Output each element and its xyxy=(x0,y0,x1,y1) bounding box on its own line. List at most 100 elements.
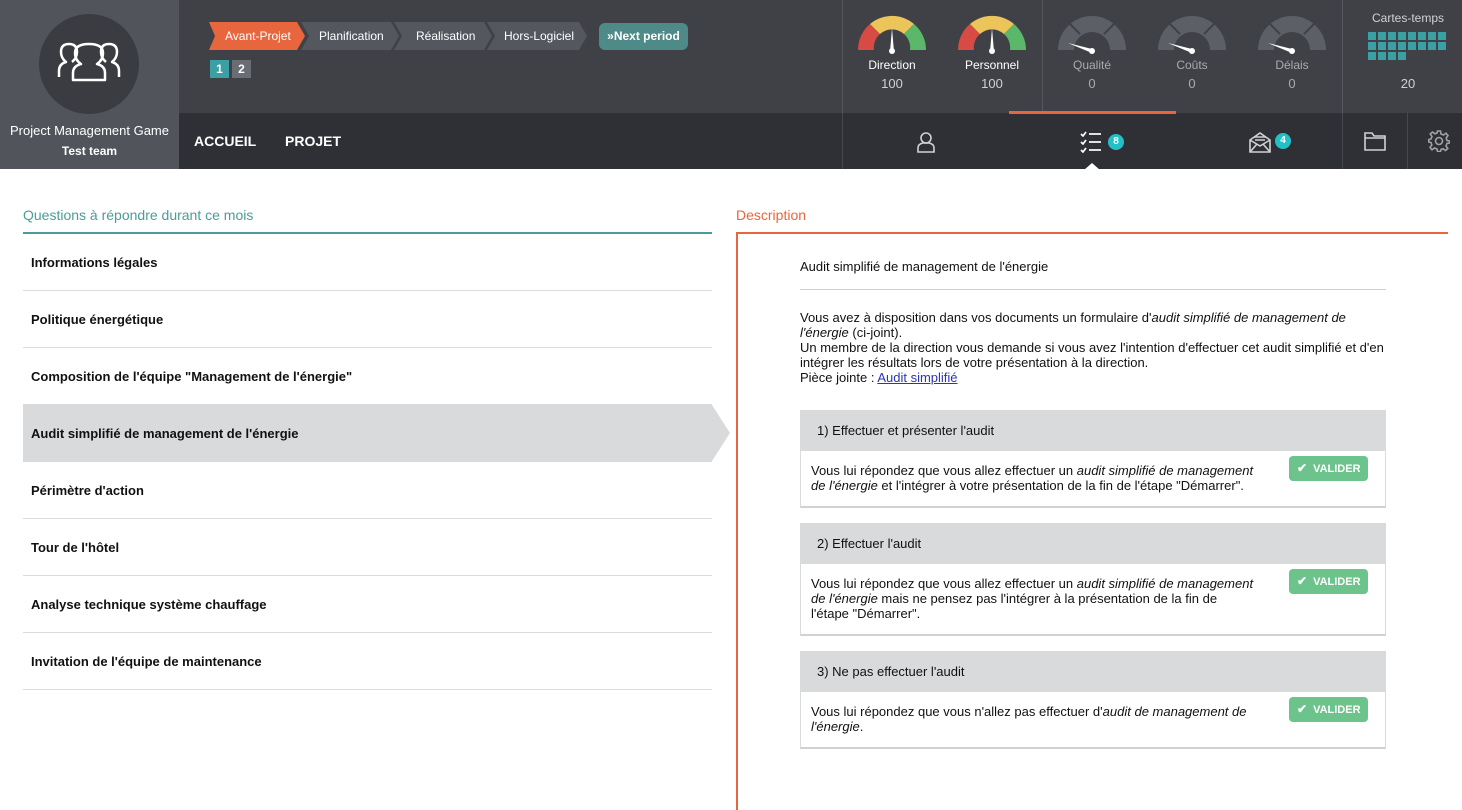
time-cards-title: Cartes-temps xyxy=(1371,11,1445,25)
phase-label: Réalisation xyxy=(416,29,476,43)
gauge-direction: Direction 100 xyxy=(852,10,932,91)
envelope-icon xyxy=(1249,132,1271,153)
answer-option-1: 1) Effectuer et présenter l'audit Vous l… xyxy=(800,410,1386,508)
question-label: Invitation de l'équipe de maintenance xyxy=(31,654,262,669)
header: Project Management Game Test team Avant-… xyxy=(0,0,1462,170)
gauge-dial-icon xyxy=(1158,16,1226,54)
question-item-perimetre-action[interactable]: Périmètre d'action xyxy=(23,462,712,519)
team-name: Test team xyxy=(61,144,118,158)
description-body: Vous avez à disposition dans vos documen… xyxy=(800,310,1384,385)
next-period-button[interactable]: »Next period xyxy=(599,23,688,50)
question-item-informations-legales[interactable]: Informations légales xyxy=(23,234,712,291)
attachment-link[interactable]: Audit simplifié xyxy=(877,370,957,385)
question-item-composition-equipe[interactable]: Composition de l'équipe "Management de l… xyxy=(23,348,712,405)
questions-title: Questions à répondre durant ce mois xyxy=(23,207,254,223)
description-left-border xyxy=(736,232,738,810)
question-item-politique-energetique[interactable]: Politique énergétique xyxy=(23,291,712,348)
main-nav: ACCUEIL PROJET xyxy=(179,113,842,169)
tasks-count-badge: 8 xyxy=(1108,134,1124,150)
option-text: Vous lui répondez que vous allez effectu… xyxy=(801,564,1385,621)
time-card-cell xyxy=(1408,42,1416,50)
option-text: Vous lui répondez que vous allez effectu… xyxy=(801,451,1385,493)
question-label: Informations légales xyxy=(31,255,158,270)
gauge-label: Coûts xyxy=(1176,58,1208,72)
description-rule xyxy=(736,232,1448,234)
check-icon: ✔ xyxy=(1297,574,1308,588)
phase-avant-projet[interactable]: Avant-Projet xyxy=(209,22,305,50)
time-card-cell xyxy=(1398,52,1406,60)
messages-tab[interactable]: 4 xyxy=(1176,113,1342,169)
time-card-cell xyxy=(1368,42,1376,50)
folder-icon xyxy=(1364,132,1386,151)
answer-option-3: 3) Ne pas effectuer l'audit Vous lui rép… xyxy=(800,651,1386,749)
question-item-invitation-maintenance[interactable]: Invitation de l'équipe de maintenance xyxy=(23,633,712,690)
documents-button[interactable] xyxy=(1342,113,1407,169)
time-card-cell xyxy=(1398,42,1406,50)
time-card-cell xyxy=(1368,52,1376,60)
app-name: Project Management Game xyxy=(10,123,169,138)
team-avatar xyxy=(39,14,139,114)
profile-tab[interactable] xyxy=(842,113,1009,169)
option-title: 2) Effectuer l'audit xyxy=(801,524,1385,564)
time-card-cell xyxy=(1388,42,1396,50)
phase-label: Avant-Projet xyxy=(225,29,291,43)
gauge-label: Qualité xyxy=(1072,58,1112,72)
time-card-cell xyxy=(1438,32,1446,40)
messages-count-badge: 4 xyxy=(1275,133,1291,149)
double-chevron-right-icon: » xyxy=(607,29,614,43)
nav-accueil[interactable]: ACCUEIL xyxy=(194,133,256,149)
question-item-tour-hotel[interactable]: Tour de l'hôtel xyxy=(23,519,712,576)
phase-hors-logiciel[interactable]: Hors-Logiciel xyxy=(487,22,587,50)
validate-button[interactable]: ✔ VALIDER xyxy=(1289,569,1368,594)
toolbar: 8 4 xyxy=(842,113,1462,169)
question-label: Analyse technique système chauffage xyxy=(31,597,267,612)
check-icon: ✔ xyxy=(1297,461,1308,475)
time-card-cell xyxy=(1388,52,1396,60)
phase-realisation[interactable]: Réalisation xyxy=(394,22,492,50)
gauge-value: 100 xyxy=(881,76,903,91)
answer-option-2: 2) Effectuer l'audit Vous lui répondez q… xyxy=(800,523,1386,636)
description-heading-rule xyxy=(800,289,1386,290)
gauge-label: Personnel xyxy=(964,58,1020,72)
check-icon: ✔ xyxy=(1297,702,1308,716)
gauge-dial-icon xyxy=(1058,16,1126,54)
phase-label: Hors-Logiciel xyxy=(504,29,575,43)
question-item-audit-simplifie[interactable]: Audit simplifié de management de l'énerg… xyxy=(23,405,730,462)
nav-projet[interactable]: PROJET xyxy=(285,133,341,149)
validate-button[interactable]: ✔ VALIDER xyxy=(1289,697,1368,722)
time-card-cell xyxy=(1428,32,1436,40)
gear-icon xyxy=(1428,130,1450,152)
time-card-cell xyxy=(1388,32,1396,40)
option-title: 3) Ne pas effectuer l'audit xyxy=(801,652,1385,692)
validate-button[interactable]: ✔ VALIDER xyxy=(1289,456,1368,481)
time-card-cell xyxy=(1368,32,1376,40)
gauge-dial-icon xyxy=(957,15,1027,54)
phase-planification[interactable]: Planification xyxy=(301,22,399,50)
gauge-dial-icon xyxy=(1258,16,1326,54)
active-tab-caret xyxy=(1084,163,1100,170)
description-title: Description xyxy=(736,207,807,223)
settings-button[interactable] xyxy=(1407,113,1462,169)
time-card-cell xyxy=(1408,32,1416,40)
time-card-cell xyxy=(1418,42,1426,50)
question-label: Périmètre d'action xyxy=(31,483,144,498)
team-users-icon xyxy=(57,42,121,82)
question-label: Politique énergétique xyxy=(31,312,164,327)
question-label: Composition de l'équipe "Management de l… xyxy=(31,369,353,384)
gauge-value: 0 xyxy=(1088,76,1096,91)
tasks-tab[interactable]: 8 xyxy=(1009,113,1176,169)
page-1-button[interactable]: 1 xyxy=(210,60,229,78)
phase-label: Planification xyxy=(319,29,384,43)
question-label: Tour de l'hôtel xyxy=(31,540,120,555)
time-card-cell xyxy=(1438,42,1446,50)
time-card-cell xyxy=(1378,52,1386,60)
question-item-analyse-technique[interactable]: Analyse technique système chauffage xyxy=(23,576,712,633)
time-card-cell xyxy=(1378,42,1386,50)
active-tab-indicator xyxy=(1009,111,1176,114)
gauge-value: 0 xyxy=(1288,76,1296,91)
page-2-button[interactable]: 2 xyxy=(232,60,251,78)
gauge-couts: Coûts 0 xyxy=(1152,10,1232,91)
gauge-personnel: Personnel 100 xyxy=(952,10,1032,91)
time-card-cell xyxy=(1398,32,1406,40)
option-title: 1) Effectuer et présenter l'audit xyxy=(801,411,1385,451)
